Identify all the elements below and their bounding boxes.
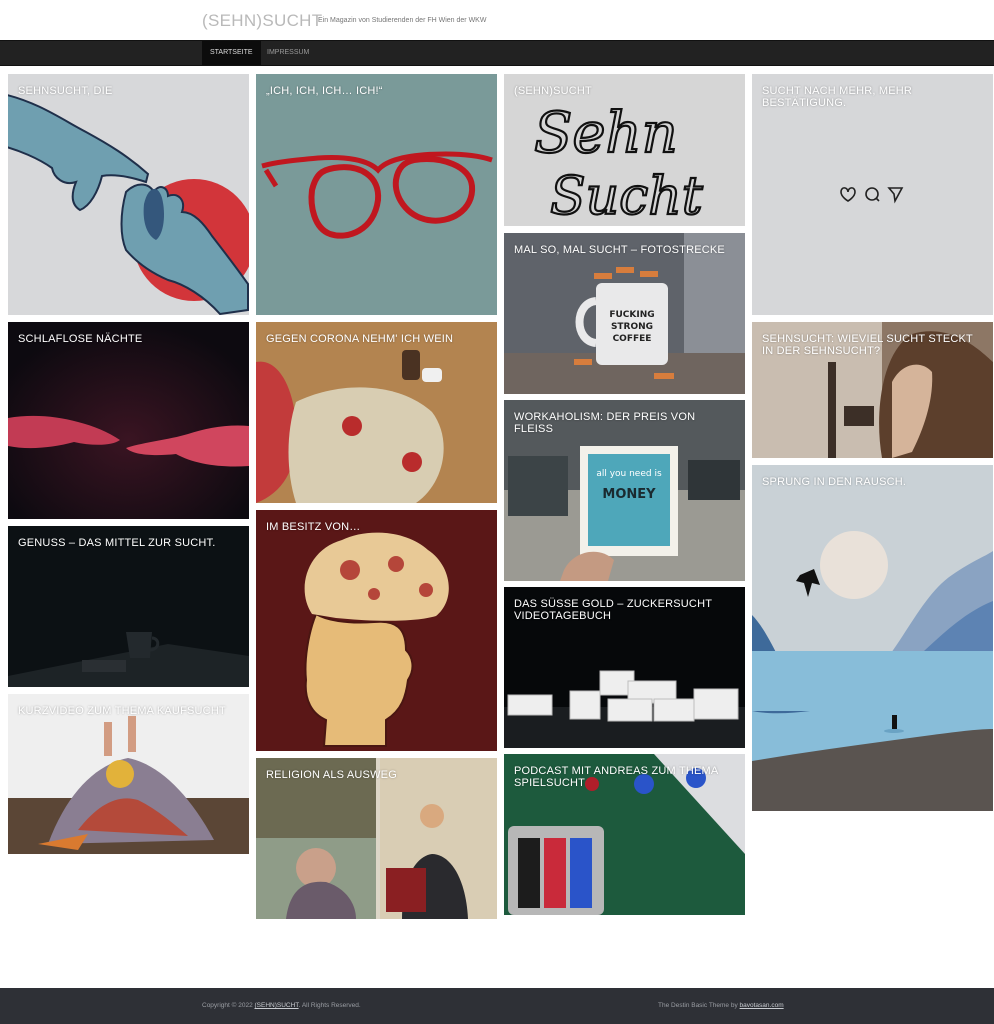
post-title: SUCHT NACH MEHR, MEHR BESTÄTIGUNG. xyxy=(762,85,913,109)
post-title: GENUSS – DAS MITTEL ZUR SUCHT. xyxy=(18,537,216,549)
share-icon xyxy=(887,187,904,204)
post-tile-kaufsucht[interactable]: KURZVIDEO ZUM THEMA KAUFSUCHT xyxy=(8,694,249,854)
head-mind-illustration xyxy=(304,532,449,747)
copyright-suffix: . All Rights Reserved. xyxy=(298,1002,361,1009)
clothes-pile-photo xyxy=(8,694,249,854)
post-title: SCHLAFLOSE NÄCHTE xyxy=(18,333,143,345)
handwriting-line2: Sucht xyxy=(550,167,703,226)
post-title: KURZVIDEO ZUM THEMA KAUFSUCHT xyxy=(18,705,226,717)
post-title: RELIGION ALS AUSWEG xyxy=(266,769,397,781)
site-tagline: Ein Magazin von Studierenden der FH Wien… xyxy=(318,17,487,24)
post-tile-sehnsucht-handwriting[interactable]: Sehn Sucht (SEHN)SUCHT xyxy=(504,74,745,226)
post-title: GEGEN CORONA NEHM' ICH WEIN xyxy=(266,333,454,345)
mug-text-line2: STRONG xyxy=(611,322,653,332)
nav-item-startseite[interactable]: STARTSEITE xyxy=(202,41,261,65)
lake-mountains-illustration xyxy=(752,465,993,811)
footer-theme-credit: The Destin Basic Theme by bavotasan.com xyxy=(658,1002,784,1009)
social-icons-art xyxy=(840,187,904,204)
hands-illustration xyxy=(8,94,249,315)
post-tile-ich-ich-ich[interactable]: „ICH, ICH, ICH… ICH!“ xyxy=(256,74,497,315)
footer-site-link[interactable]: (SEHN)SUCHT xyxy=(255,1002,299,1009)
reaching-hands-photo xyxy=(8,322,249,519)
post-tile-wieviel-sucht[interactable]: SEHNSUCHT: WIEVIEL SUCHT STECKT IN DER S… xyxy=(752,322,993,458)
post-tile-corona-wein[interactable]: GEGEN CORONA NEHM' ICH WEIN xyxy=(256,322,497,503)
post-tile-sprung-in-den-rausch[interactable]: SPRUNG IN DEN RAUSCH. xyxy=(752,465,993,811)
theme-prefix: The Destin Basic Theme by xyxy=(658,1002,740,1009)
coffee-table-photo xyxy=(8,526,249,687)
post-title: MAL SO, MAL SUCHT – FOTOSTRECKE xyxy=(514,244,725,256)
post-title: SEHNSUCHT: WIEVIEL SUCHT STECKT IN DER S… xyxy=(762,333,973,357)
post-title: IM BESITZ VON… xyxy=(266,521,361,533)
post-tile-sehnsucht-die[interactable]: SEHNSUCHT, DIE xyxy=(8,74,249,315)
site-title-link[interactable]: (SEHN)SUCHT xyxy=(202,11,322,31)
post-title: (SEHN)SUCHT xyxy=(514,85,592,97)
site-header: (SEHN)SUCHT Ein Magazin von Studierenden… xyxy=(0,0,994,40)
post-title: SPRUNG IN DEN RAUSCH. xyxy=(762,476,907,488)
handwriting-line1: Sehn xyxy=(534,101,678,166)
religion-collage-photo xyxy=(256,758,497,919)
post-tile-schlaflose-naechte[interactable]: SCHLAFLOSE NÄCHTE xyxy=(8,322,249,519)
card-text-line1: all you need is xyxy=(596,469,662,479)
card-text-line2: MONEY xyxy=(602,487,656,502)
site-footer: Copyright © 2022 (SEHN)SUCHT. All Rights… xyxy=(0,988,994,1024)
post-title: „ICH, ICH, ICH… ICH!“ xyxy=(266,85,383,97)
post-tile-spielsucht[interactable]: PODCAST MIT ANDREAS ZUM THEMA SPIELSUCHT xyxy=(504,754,745,915)
post-tile-workaholism[interactable]: all you need is MONEY WORKAHOLISM: DER P… xyxy=(504,400,745,581)
post-title: PODCAST MIT ANDREAS ZUM THEMA SPIELSUCHT xyxy=(514,765,718,789)
post-title: WORKAHOLISM: DER PREIS VON FLEISS xyxy=(514,411,696,435)
wine-bag-photo xyxy=(256,322,497,503)
post-tile-mal-so-mal-sucht[interactable]: FUCKING STRONG COFFEE MAL SO, MAL SUCHT … xyxy=(504,233,745,394)
post-tile-religion[interactable]: RELIGION ALS AUSWEG xyxy=(256,758,497,919)
post-tile-zuckersucht[interactable]: DAS SÜSSE GOLD – ZUCKERSUCHT VIDEOTAGEBU… xyxy=(504,587,745,748)
post-tile-im-besitz-von[interactable]: IM BESITZ VON… xyxy=(256,510,497,751)
post-tile-sucht-nach-mehr[interactable]: SUCHT NACH MEHR, MEHR BESTÄTIGUNG. xyxy=(752,74,993,315)
comment-icon xyxy=(865,187,880,202)
post-title: SEHNSUCHT, DIE xyxy=(18,85,113,97)
footer-copyright: Copyright © 2022 (SEHN)SUCHT. All Rights… xyxy=(202,1002,361,1009)
mug-text-line3: COFFEE xyxy=(613,334,652,344)
copyright-prefix: Copyright © 2022 xyxy=(202,1002,255,1009)
post-title: DAS SÜSSE GOLD – ZUCKERSUCHT VIDEOTAGEBU… xyxy=(514,598,712,622)
footer-theme-link[interactable]: bavotasan.com xyxy=(740,1002,784,1009)
nav-item-impressum[interactable]: IMPRESSUM xyxy=(259,41,317,65)
post-tile-genuss[interactable]: GENUSS – DAS MITTEL ZUR SUCHT. xyxy=(8,526,249,687)
heart-icon xyxy=(840,187,856,202)
red-glasses-illustration xyxy=(261,151,493,239)
coffee-mug-cigarettes-photo: FUCKING STRONG COFFEE xyxy=(504,233,745,394)
main-navigation: STARTSEITE IMPRESSUM xyxy=(0,40,994,66)
mug-text-line1: FUCKING xyxy=(609,310,654,320)
